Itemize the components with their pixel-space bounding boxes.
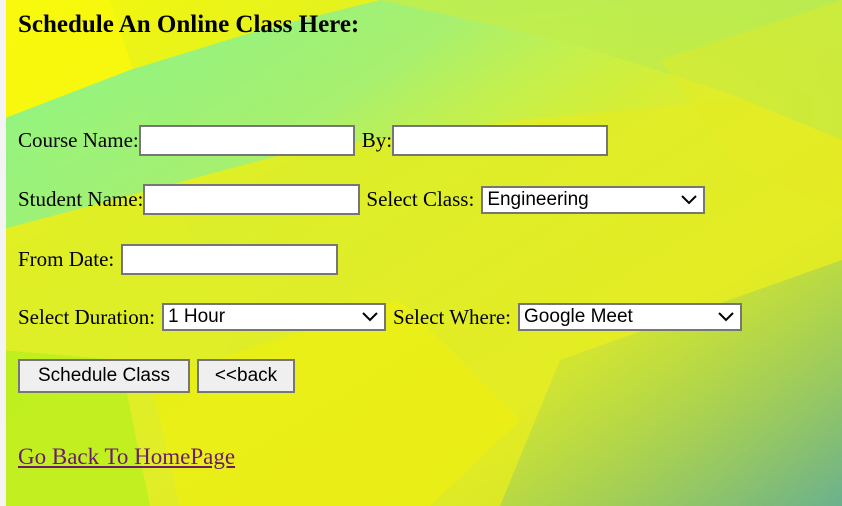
chevron-down-icon: [718, 312, 734, 322]
select-duration-label: Select Duration:: [18, 304, 156, 329]
left-edge-strip: [0, 0, 6, 506]
select-class-label: Select Class:: [366, 187, 475, 211]
back-button[interactable]: <<back: [197, 359, 295, 393]
select-where-label: Select Where:: [393, 304, 512, 329]
chevron-down-icon: [681, 194, 698, 204]
duration-row: Select Duration: 1 Hour Select Where: Go…: [18, 303, 743, 331]
select-where-dropdown[interactable]: Google Meet: [518, 303, 743, 331]
button-row: Schedule Class <<back: [18, 359, 295, 393]
select-duration-dropdown[interactable]: 1 Hour: [162, 303, 387, 331]
from-date-input[interactable]: [121, 244, 339, 275]
select-where-value: Google Meet: [524, 306, 633, 327]
select-class-dropdown[interactable]: Engineering: [481, 185, 706, 214]
student-name-label: Student Name:: [18, 187, 144, 211]
select-class-value: Engineering: [487, 188, 589, 210]
chevron-down-icon: [362, 312, 378, 322]
by-label: By:: [361, 128, 393, 152]
schedule-form-page: Schedule An Online Class Here: Course Na…: [18, 0, 842, 506]
student-name-input[interactable]: [143, 184, 361, 215]
select-duration-value: 1 Hour: [168, 306, 226, 327]
course-row: Course Name: By:: [18, 125, 609, 156]
course-name-input[interactable]: [138, 125, 355, 156]
page-title: Schedule An Online Class Here:: [18, 11, 360, 38]
from-date-label: From Date:: [18, 247, 115, 271]
student-row: Student Name: Select Class: Engineering: [18, 184, 706, 215]
by-input[interactable]: [392, 125, 609, 156]
go-back-homepage-link[interactable]: Go Back To HomePage: [18, 444, 235, 470]
course-name-label: Course Name:: [18, 128, 139, 152]
schedule-class-button[interactable]: Schedule Class: [18, 359, 190, 393]
from-date-row: From Date:: [18, 244, 339, 275]
